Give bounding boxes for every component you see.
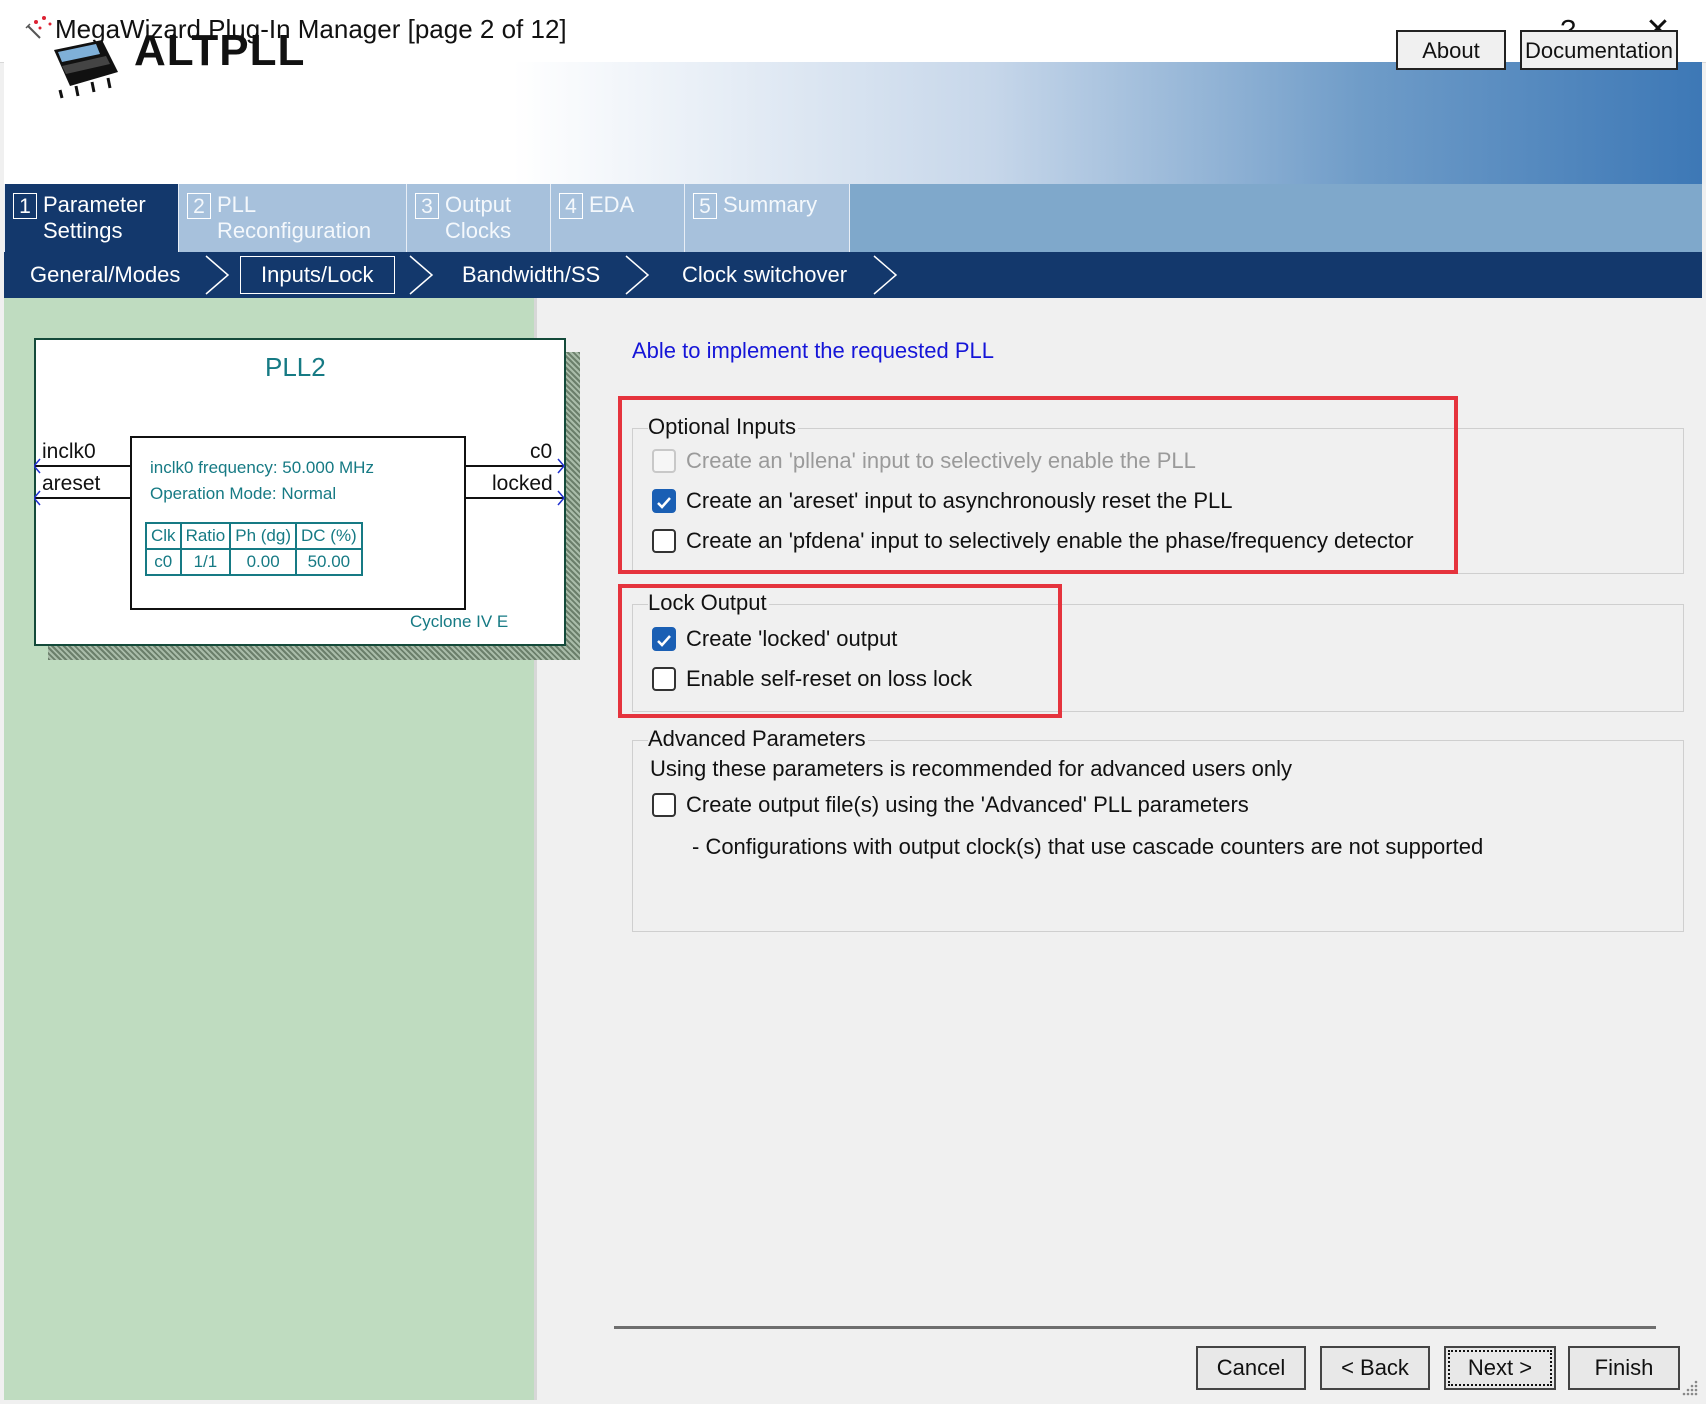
- clock-table-header: Ratio: [179, 522, 232, 550]
- advanced-checkbox[interactable]: [652, 793, 676, 817]
- pin-areset: areset: [42, 472, 101, 495]
- tab-label: Parameter Settings: [43, 192, 146, 243]
- advanced-label: Create output file(s) using the 'Advance…: [686, 792, 1249, 817]
- pll-instance-name: PLL2: [265, 352, 326, 382]
- clock-table-cell: 1/1: [179, 548, 232, 576]
- tab-label: Summary: [723, 192, 818, 217]
- tab-number: 3: [415, 193, 439, 219]
- footer-separator: [614, 1326, 1656, 1329]
- subtab-bandwidth-ss[interactable]: Bandwidth/SS: [462, 252, 600, 298]
- tab-label: Output Clocks: [445, 192, 512, 243]
- chevron-right-icon: [205, 255, 230, 295]
- clock-table-cell: 0.00: [229, 548, 297, 576]
- tab-label: PLL Reconfiguration: [217, 192, 372, 243]
- pin-locked: locked: [492, 472, 553, 495]
- cancel-button[interactable]: Cancel: [1196, 1346, 1306, 1390]
- chevron-right-icon: [873, 255, 898, 295]
- subtab-inputs-lock[interactable]: Inputs/Lock: [240, 256, 395, 294]
- device-family-label: Cyclone IV E: [410, 612, 509, 631]
- chevron-right-icon: [409, 255, 434, 295]
- tab-pll-reconfiguration[interactable]: 2 PLL Reconfiguration: [178, 184, 406, 252]
- about-button[interactable]: About: [1396, 30, 1506, 70]
- tab-eda[interactable]: 4 EDA: [550, 184, 684, 252]
- subtab-general-modes[interactable]: General/Modes: [30, 252, 180, 298]
- documentation-button[interactable]: Documentation: [1520, 30, 1678, 70]
- advanced-note: Using these parameters is recommended fo…: [650, 756, 1292, 781]
- finish-button[interactable]: Finish: [1568, 1346, 1680, 1390]
- window-title: MegaWizard Plug-In Manager [page 2 of 12…: [55, 14, 567, 44]
- subtab-clock-switchover[interactable]: Clock switchover: [682, 252, 847, 298]
- advanced-checkbox-row[interactable]: Create output file(s) using the 'Advance…: [652, 790, 1552, 820]
- header-banner: [4, 62, 1702, 184]
- highlight-lock-output: [618, 584, 1062, 718]
- clock-table-header: Ph (dg): [229, 522, 297, 550]
- tab-number: 2: [187, 193, 211, 219]
- clock-table: Clk Ratio Ph (dg) DC (%) c0 1/1 0.00 50.…: [145, 522, 363, 576]
- resize-grip-icon[interactable]: [1680, 1378, 1700, 1398]
- clock-table-header: DC (%): [295, 522, 363, 550]
- status-message: Able to implement the requested PLL: [632, 338, 995, 363]
- input-frequency-text: inclk0 frequency: 50.000 MHz: [150, 458, 374, 477]
- clock-table-cell: c0: [145, 548, 182, 576]
- tab-parameter-settings[interactable]: 1 Parameter Settings: [4, 184, 178, 252]
- tab-summary[interactable]: 5 Summary: [684, 184, 850, 252]
- clock-table-cell: 50.00: [295, 548, 363, 576]
- highlight-optional-inputs: [618, 396, 1458, 574]
- advanced-footnote: - Configurations with output clock(s) th…: [692, 834, 1484, 859]
- pin-inclk0: inclk0: [42, 440, 96, 463]
- tab-number: 5: [693, 193, 717, 219]
- advanced-parameters-legend: Advanced Parameters: [648, 726, 868, 752]
- product-title: ALTPLL: [134, 26, 306, 75]
- tab-output-clocks[interactable]: 3 Output Clocks: [406, 184, 550, 252]
- chevron-right-icon: [625, 255, 650, 295]
- tab-number: 4: [559, 193, 583, 219]
- back-button[interactable]: < Back: [1320, 1346, 1430, 1390]
- tab-label: EDA: [589, 192, 635, 217]
- operation-mode-text: Operation Mode: Normal: [150, 484, 337, 503]
- tab-number: 1: [13, 193, 37, 219]
- clock-table-header: Clk: [145, 522, 182, 550]
- chip-logo-icon: [34, 16, 118, 99]
- next-button[interactable]: Next >: [1444, 1346, 1556, 1390]
- pin-c0: c0: [530, 440, 553, 463]
